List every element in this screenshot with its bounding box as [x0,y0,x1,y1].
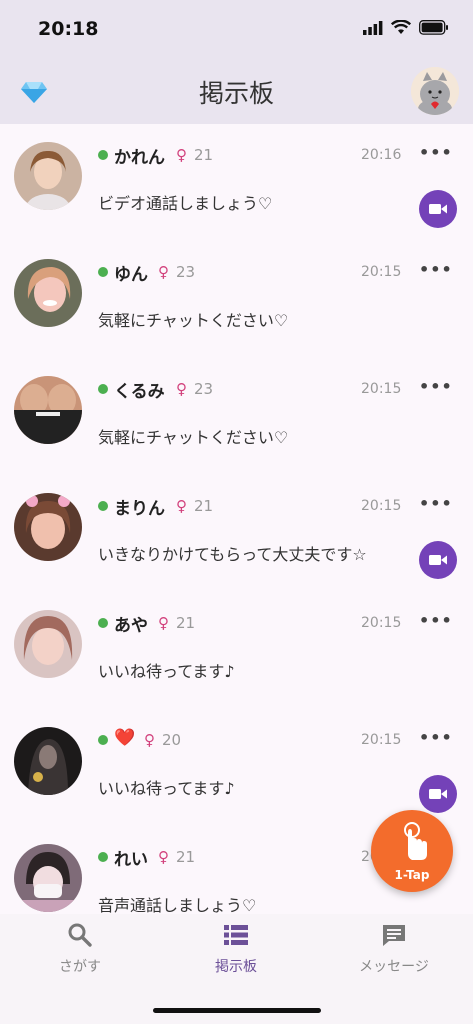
battery-icon [419,20,448,35]
gender-icon: ♀ [176,497,187,515]
list-item[interactable]: あや ♀ 21 20:15 ••• いいね待ってます♪ [0,592,473,709]
user-name: ❤️ [114,728,135,748]
profile-avatar[interactable] [411,67,459,115]
tab-search-label: さがす [59,959,101,975]
online-indicator [98,150,108,160]
post-time: 20:16 [361,147,402,163]
gender-icon: ♀ [176,146,187,164]
one-tap-button[interactable]: 1-Tap [371,810,453,892]
cat-avatar-icon [411,67,459,115]
post-time: 20:15 [361,615,402,631]
status-bar: 20:18 [0,0,473,62]
list-icon [224,925,248,945]
tab-messages-label: メッセージ [359,959,429,975]
list-item[interactable]: かれん ♀ 21 20:16 ••• ビデオ通話しましょう♡ [0,124,473,241]
online-indicator [98,735,108,745]
user-age: 21 [176,614,196,632]
status-time: 20:18 [38,18,99,40]
video-call-button[interactable] [419,190,457,228]
user-age: 21 [194,146,214,164]
post-message: いいね待ってます♪ [98,779,235,798]
user-age: 23 [176,263,196,281]
post-time: 20:15 [361,732,402,748]
tab-search[interactable]: さがす [10,922,150,976]
tap-hand-icon [404,822,427,860]
signal-icon [363,20,383,35]
avatar[interactable] [14,259,82,327]
gender-icon: ♀ [158,263,169,281]
online-indicator [98,618,108,628]
online-indicator [98,852,108,862]
user-age: 21 [194,497,214,515]
more-options-button[interactable]: ••• [419,377,453,396]
user-name: まりん [114,499,165,519]
post-message: ビデオ通話しましょう♡ [98,194,273,213]
avatar[interactable] [14,376,82,444]
user-name: ゆん [114,265,148,285]
video-camera-icon [429,789,447,799]
user-name: れい [114,850,148,870]
list-item[interactable]: くるみ ♀ 23 20:15 ••• 気軽にチャットください♡ [0,358,473,475]
gender-icon: ♀ [144,731,155,749]
list-item[interactable]: ❤️ ♀ 20 20:15 ••• いいね待ってます♪ [0,709,473,826]
post-list[interactable]: かれん ♀ 21 20:16 ••• ビデオ通話しましょう♡ ゆん ♀ 23 2… [0,124,473,914]
wifi-icon [391,20,411,34]
gender-icon: ♀ [158,848,169,866]
user-name: あや [114,616,148,636]
post-message: いいね待ってます♪ [98,662,235,681]
video-camera-icon [429,555,447,565]
avatar[interactable] [14,844,82,912]
post-message: いきなりかけてもらって大丈夫です☆ [98,545,367,564]
status-icons [363,20,449,35]
home-indicator [153,1008,321,1013]
chat-icon [383,925,405,946]
more-options-button[interactable]: ••• [419,260,453,279]
post-message: 音声通話しましょう♡ [98,896,257,914]
gender-icon: ♀ [158,614,169,632]
user-name: くるみ [114,382,165,402]
heart-emoji-icon: ❤️ [114,728,136,748]
more-options-button[interactable]: ••• [419,611,453,630]
page-title: 掲示板 [198,79,274,108]
user-age: 21 [176,848,196,866]
video-camera-icon [429,204,447,214]
avatar[interactable] [14,142,82,210]
list-item[interactable]: ゆん ♀ 23 20:15 ••• 気軽にチャットください♡ [0,241,473,358]
post-time: 20:15 [361,381,402,397]
post-time: 20:15 [361,498,402,514]
gender-icon: ♀ [176,380,187,398]
more-options-button[interactable]: ••• [419,143,453,162]
online-indicator [98,501,108,511]
avatar[interactable] [14,493,82,561]
nav-bar: 掲示板 [0,62,473,124]
post-time: 20:15 [361,264,402,280]
user-age: 23 [194,380,214,398]
post-message: 気軽にチャットください♡ [98,311,289,330]
post-message: 気軽にチャットください♡ [98,428,289,447]
more-options-button[interactable]: ••• [419,494,453,513]
search-icon [68,923,92,947]
more-options-button[interactable]: ••• [419,728,453,747]
video-call-button[interactable] [419,541,457,579]
tab-board[interactable]: 掲示板 [166,922,306,976]
list-item[interactable]: まりん ♀ 21 20:15 ••• いきなりかけてもらって大丈夫です☆ [0,475,473,592]
user-name: かれん [114,148,165,168]
video-call-button[interactable] [419,775,457,813]
user-age: 20 [162,731,182,749]
avatar[interactable] [14,610,82,678]
tab-board-label: 掲示板 [215,959,257,975]
online-indicator [98,267,108,277]
avatar[interactable] [14,727,82,795]
one-tap-label: 1-Tap [394,868,430,882]
tab-messages[interactable]: メッセージ [324,922,464,976]
online-indicator [98,384,108,394]
